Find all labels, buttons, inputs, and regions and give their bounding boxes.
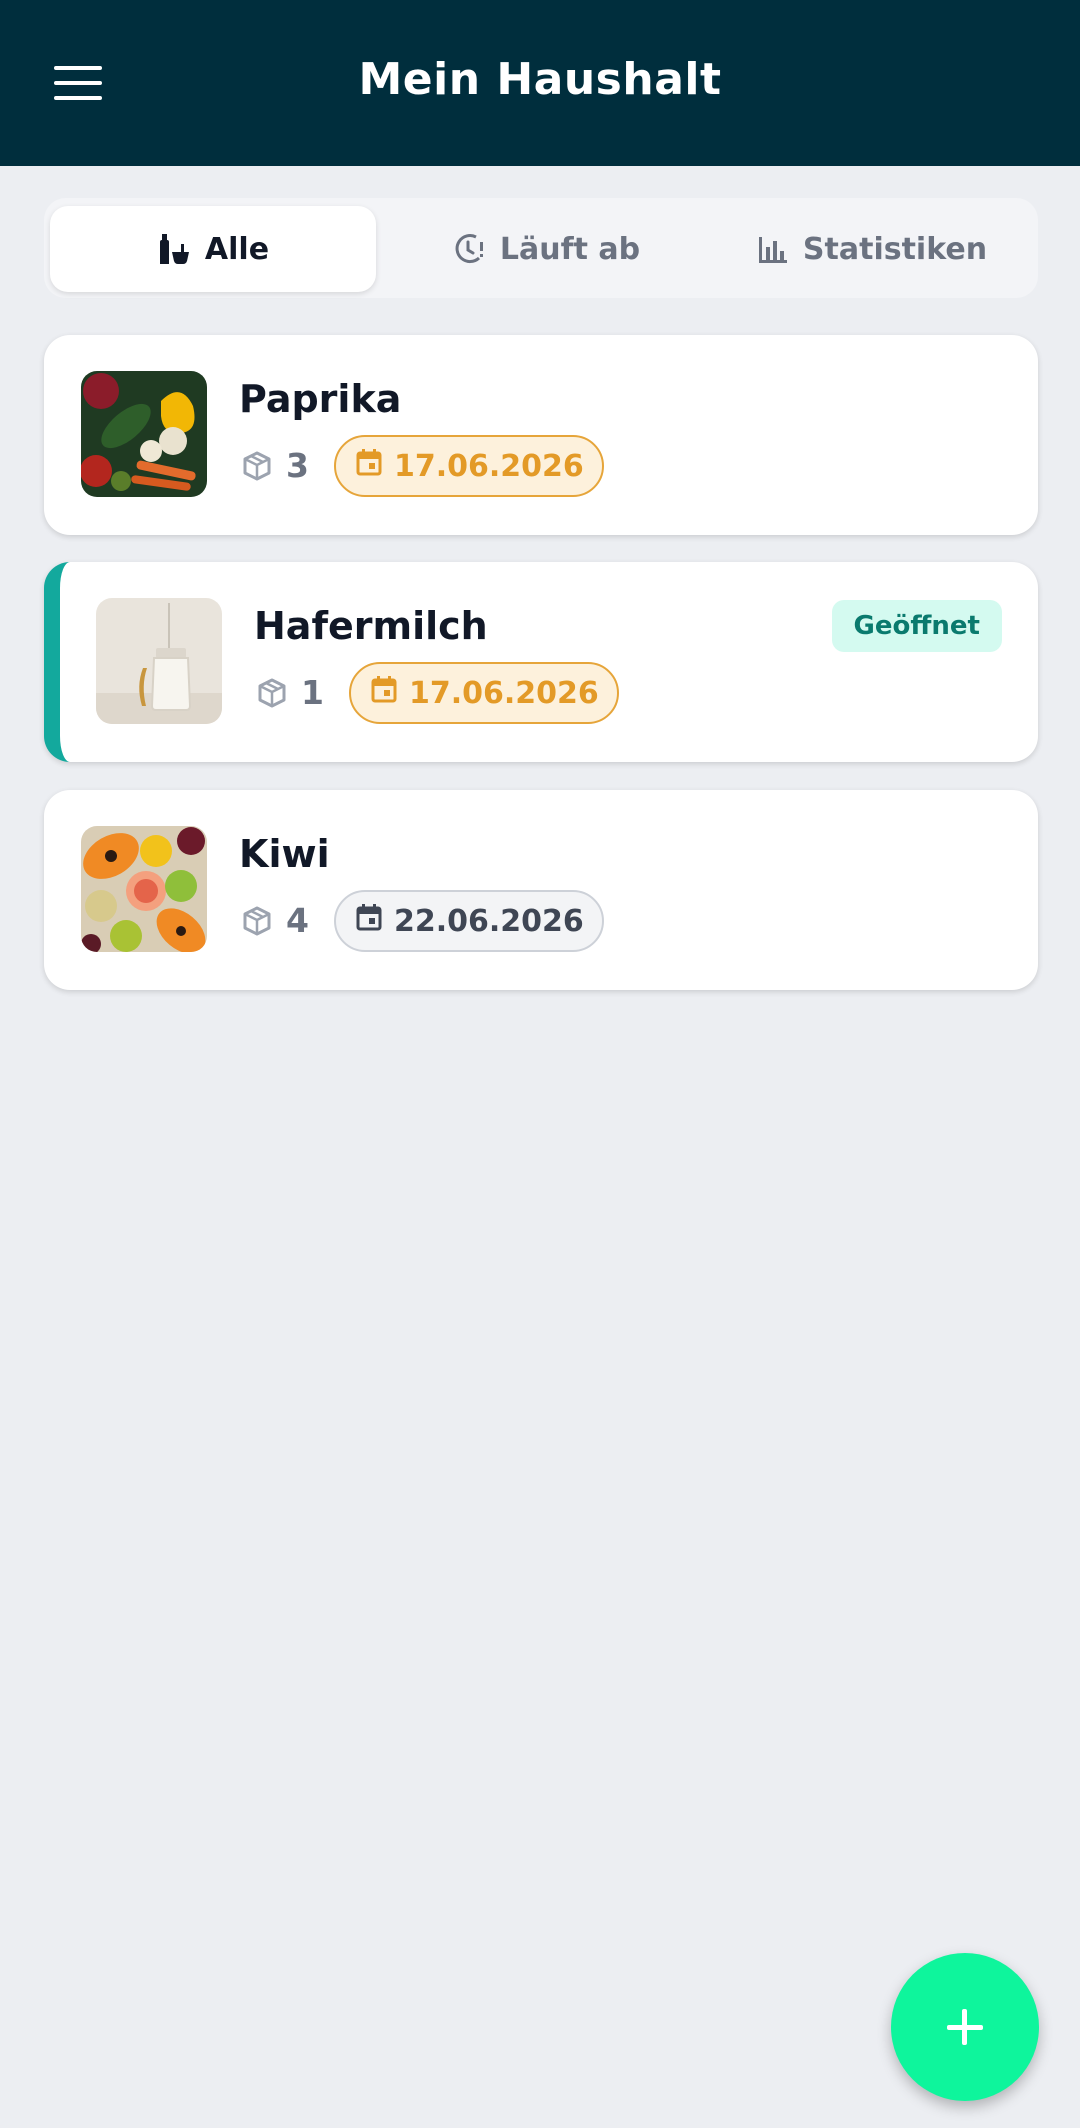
calendar-icon [356,448,382,484]
app-bar: Mein Haushalt [0,0,1080,166]
item-card-paprika[interactable]: Paprika 3 17.06.2026 [44,335,1038,535]
tab-alle[interactable]: Alle [50,206,376,292]
item-image-vegetables [81,371,207,497]
tab-label: Läuft ab [499,231,641,267]
expiry-date: 17.06.2026 [409,675,599,711]
item-quantity: 3 [286,446,309,485]
tab-label: Statistiken [802,231,988,267]
tab-laeuft-ab[interactable]: Läuft ab [396,206,696,292]
item-image-fruits [81,826,207,952]
status-badge: Geöffnet [831,600,1002,652]
item-quantity: 4 [286,901,309,940]
item-quantity: 1 [301,673,324,712]
clock-alert-icon [452,232,486,266]
bottles-icon [157,232,191,266]
calendar-icon [356,903,382,939]
item-card-hafermilch[interactable]: Hafermilch Geöffnet 1 17.06.2026 [44,562,1038,762]
add-item-button[interactable] [891,1953,1039,2101]
expiry-date-pill: 17.06.2026 [349,662,619,724]
tab-statistiken[interactable]: Statistiken [712,206,1032,292]
item-name: Kiwi [239,832,330,876]
expiry-date-pill: 17.06.2026 [334,435,604,497]
package-icon [241,905,273,941]
item-image-oat-milk [96,598,222,724]
tab-label: Alle [204,231,270,267]
package-icon [256,677,288,713]
item-name: Paprika [239,377,402,421]
item-name: Hafermilch [254,604,488,648]
tab-bar: Alle Läuft ab Statistiken [44,198,1038,298]
page-title: Mein Haushalt [358,54,722,105]
expiry-date: 22.06.2026 [394,903,584,939]
item-card-kiwi[interactable]: Kiwi 4 22.06.2026 [44,790,1038,990]
package-icon [241,450,273,486]
expiry-date: 17.06.2026 [394,448,584,484]
expiry-date-pill: 22.06.2026 [334,890,604,952]
calendar-icon [371,675,397,711]
bar-chart-icon [757,233,789,265]
